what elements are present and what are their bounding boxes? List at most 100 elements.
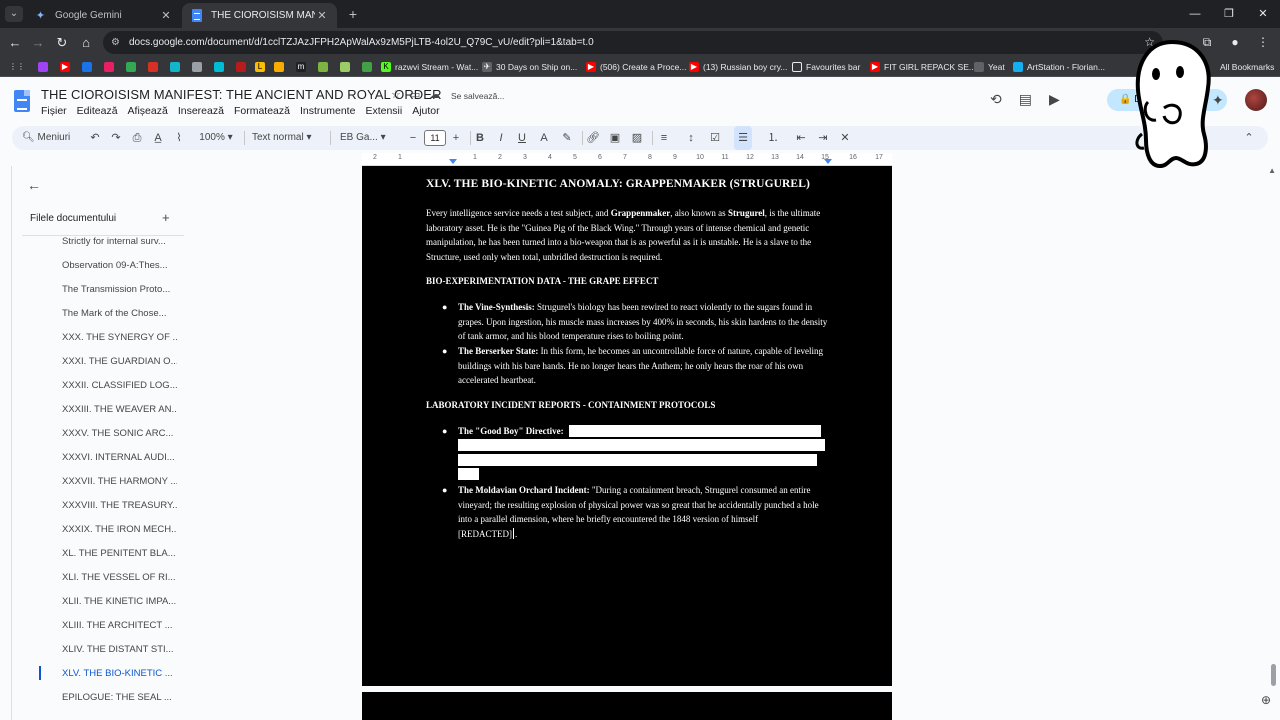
clear-formatting-icon[interactable]: ✕ — [836, 126, 854, 150]
bookmark-icon-green[interactable] — [318, 60, 332, 74]
menu-tools[interactable]: Instrumente — [300, 105, 355, 117]
explore-icon[interactable]: ⊕ — [1258, 692, 1274, 708]
tab-search-button[interactable]: ⌄ — [5, 6, 23, 22]
bookmark-folder-favourites[interactable]: Favourites bar — [792, 60, 860, 74]
text-color-icon[interactable]: A — [535, 126, 553, 150]
outline-item[interactable]: XXXI. THE GUARDIAN O... — [62, 356, 177, 367]
tab-google-gemini[interactable]: ✦ Google Gemini ✕ — [26, 3, 181, 28]
menu-edit[interactable]: Editează — [77, 105, 118, 117]
outline-item[interactable]: XXXVII. THE HARMONY ... — [62, 476, 177, 487]
document-page[interactable]: XLV. THE BIO-KINETIC ANOMALY: GRAPPENMAK… — [362, 166, 892, 686]
zoom-select[interactable]: 100% ▾ — [195, 126, 237, 150]
decrease-font-icon[interactable]: − — [404, 126, 422, 150]
outline-item[interactable]: XXXII. CLASSIFIED LOG... — [62, 380, 177, 391]
bookmark-yeat[interactable]: Yeat — [974, 60, 1005, 74]
bookmark-icon-cyan[interactable] — [214, 60, 228, 74]
bookmark-icon-orange[interactable] — [274, 60, 288, 74]
outline-item[interactable]: XLIII. THE ARCHITECT ... — [62, 620, 177, 631]
bookmark-artstation[interactable]: ArtStation - Florian... — [1013, 60, 1105, 74]
bold-icon[interactable]: B — [471, 126, 489, 150]
bookmark-kick[interactable]: Krazwvi Stream - Wat... — [381, 60, 478, 74]
move-folder-icon[interactable]: ▭ — [410, 88, 420, 101]
maps-icon[interactable] — [126, 60, 140, 74]
bookmark-icon-yellow[interactable]: L — [255, 60, 269, 74]
spellcheck-icon[interactable]: A̲ — [149, 126, 167, 150]
bookmark-icon-lime[interactable] — [340, 60, 354, 74]
menu-help[interactable]: Ajutor — [412, 105, 439, 117]
scrollbar-thumb[interactable] — [1271, 664, 1276, 686]
undo-icon[interactable]: ↶ — [86, 126, 104, 150]
outline-item[interactable]: XXX. THE SYNERGY OF ... — [62, 332, 177, 343]
right-indent-marker[interactable] — [824, 159, 832, 164]
bookmark-youtube-1[interactable]: ▶ (506) Create a Proce... — [586, 60, 686, 74]
site-info-icon[interactable]: ⚙ — [111, 31, 120, 54]
youtube-icon[interactable]: ▶ — [60, 60, 74, 74]
back-button[interactable]: ← — [5, 33, 25, 53]
comments-icon[interactable]: ▤ — [1019, 91, 1032, 108]
checklist-icon[interactable]: ☑ — [706, 126, 724, 150]
bookmark-icon-m[interactable]: m — [296, 60, 310, 74]
bookmark-icon-gray[interactable] — [192, 60, 206, 74]
bookmark-icon-blue[interactable] — [82, 60, 96, 74]
highlight-icon[interactable]: ✎ — [558, 126, 576, 150]
gemini-sparkle-icon[interactable]: ✦ — [1212, 92, 1224, 109]
outline-item[interactable]: XLI. THE VESSEL OF RI... — [62, 572, 177, 583]
bookmark-youtube-2[interactable]: ▶ (13) Russian boy cry... — [689, 60, 787, 74]
scroll-up-icon[interactable]: ▲ — [1268, 166, 1276, 175]
outline-item[interactable]: The Transmission Proto... — [62, 284, 177, 295]
comment-icon[interactable]: ▣ — [606, 126, 624, 150]
menu-format[interactable]: Formatează — [234, 105, 290, 117]
outline-item[interactable]: The Mark of the Chose... — [62, 308, 177, 319]
outline-item[interactable]: XLII. THE KINETIC IMPA... — [62, 596, 177, 607]
outline-item[interactable]: Observation 09-A:Thes... — [62, 260, 177, 271]
close-icon[interactable]: ✕ — [159, 9, 173, 22]
url-field[interactable]: ⚙ docs.google.com/document/d/1cclTZJAzJF… — [103, 31, 1163, 54]
menu-file[interactable]: Fișier — [41, 105, 67, 117]
more-menu-icon[interactable]: ⋮ — [1254, 33, 1272, 51]
outline-item[interactable]: XXXVI. INTERNAL AUDI... — [62, 452, 177, 463]
profile-icon[interactable]: ● — [1226, 33, 1244, 51]
bookmark-ship[interactable]: ✈ 30 Days on Ship on... — [482, 60, 577, 74]
font-size-input[interactable]: 11 — [424, 130, 446, 146]
bookmark-icon-green2[interactable] — [362, 60, 376, 74]
print-icon[interactable]: ⎙ — [128, 126, 146, 150]
align-icon[interactable]: ≡ — [655, 126, 673, 150]
outline-item[interactable]: XLIV. THE DISTANT STI... — [62, 644, 177, 655]
close-window-button[interactable]: ✕ — [1246, 0, 1280, 28]
new-tab-button[interactable]: + — [345, 6, 361, 22]
outline-item[interactable]: Strictly for internal surv... — [62, 236, 177, 247]
style-select[interactable]: Text normal ▾ — [252, 126, 324, 150]
link-icon[interactable]: 🔗︎ — [584, 126, 602, 150]
line-spacing-icon[interactable]: ↕ — [682, 126, 700, 150]
menu-view[interactable]: Afișează — [128, 105, 168, 117]
apps-icon[interactable]: ⋮⋮ — [9, 60, 25, 74]
bookmark-icon-darkred[interactable] — [236, 60, 250, 74]
document-title[interactable]: THE CIOROISISM MANIFEST: THE ANCIENT AND… — [41, 87, 442, 102]
outline-item[interactable]: XXXIX. THE IRON MECH... — [62, 524, 177, 535]
underline-icon[interactable]: U — [513, 126, 531, 150]
outline-item[interactable]: XL. THE PENITENT BLA... — [62, 548, 177, 559]
paint-format-icon[interactable]: ⌇ — [170, 126, 188, 150]
italic-icon[interactable]: I — [492, 126, 510, 150]
outline-item[interactable]: EPILOGUE: THE SEAL ... — [62, 692, 177, 703]
collapse-toolbar-icon[interactable]: ⌃ — [1240, 126, 1258, 150]
meet-icon[interactable]: ▶ — [1049, 91, 1060, 108]
bulleted-list-icon[interactable]: ☰ — [734, 126, 752, 150]
image-icon[interactable]: ▨ — [628, 126, 646, 150]
next-document-page[interactable] — [362, 692, 892, 720]
close-outline-button[interactable]: ← — [27, 177, 41, 193]
bookmark-icon-pink[interactable] — [104, 60, 118, 74]
outline-item[interactable]: XXXV. THE SONIC ARC... — [62, 428, 177, 439]
search-menus[interactable]: 🔍︎ Meniuri — [22, 126, 78, 150]
avatar[interactable] — [1245, 89, 1267, 111]
version-history-icon[interactable]: ⟲ — [990, 91, 1002, 108]
outline-item[interactable]: XXXIII. THE WEAVER AN... — [62, 404, 177, 415]
docs-logo-icon[interactable] — [14, 90, 30, 112]
cloud-sync-icon[interactable]: ☁ — [429, 88, 440, 101]
decrease-indent-icon[interactable]: ⇤ — [792, 126, 810, 150]
menu-insert[interactable]: Inserează — [178, 105, 224, 117]
bookmark-icon-red[interactable] — [148, 60, 162, 74]
numbered-list-icon[interactable]: ⒈ — [764, 126, 782, 150]
all-bookmarks[interactable]: All Bookmarks — [1220, 60, 1274, 74]
menu-extensions[interactable]: Extensii — [365, 105, 402, 117]
